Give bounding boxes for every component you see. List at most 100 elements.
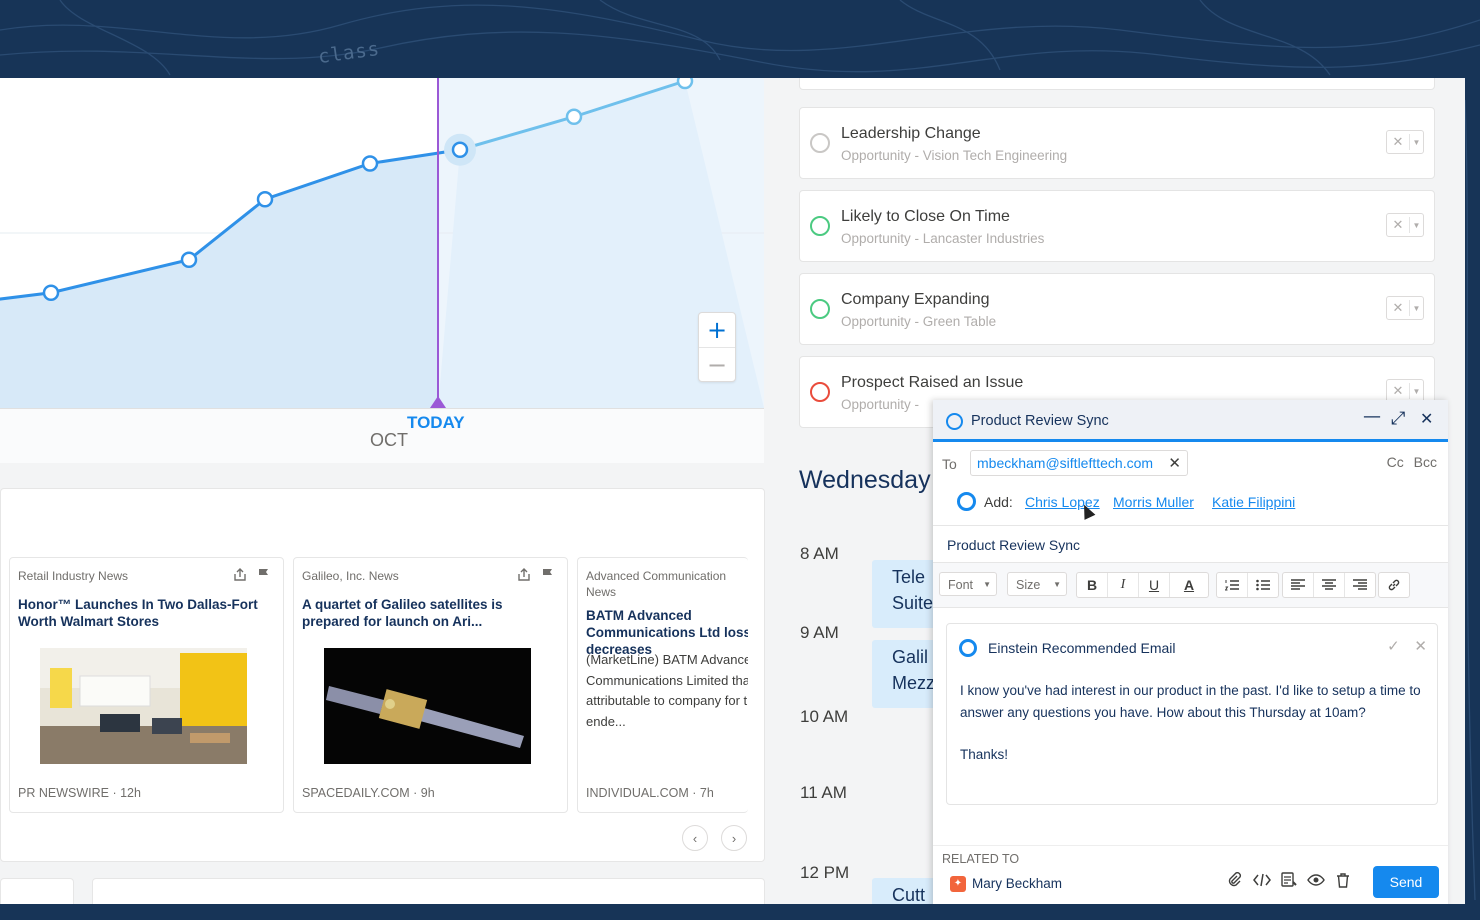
font-select-label: Font (948, 578, 974, 592)
size-select[interactable]: Size ▼ (1007, 572, 1067, 596)
email-body-paragraph: I know you've had interest in our produc… (960, 683, 1421, 720)
text-color-icon[interactable]: A (1170, 573, 1208, 597)
insight-actions[interactable]: ✕ ▼ (1386, 130, 1424, 154)
align-left-icon[interactable] (1283, 573, 1314, 597)
related-to-label: RELATED TO (942, 852, 1020, 866)
suggested-recipient[interactable]: Morris Muller (1113, 494, 1194, 510)
chart-data-point[interactable] (42, 284, 60, 301)
chart-data-point[interactable] (180, 251, 198, 268)
zoom-in-button[interactable]: + (699, 313, 735, 347)
minimize-icon[interactable]: — (1363, 406, 1381, 427)
news-title[interactable]: Honor™ Launches In Two Dallas-Fort Worth… (18, 596, 276, 630)
dismiss-icon[interactable]: ✕ (1387, 217, 1410, 233)
chart-data-point[interactable] (451, 141, 469, 158)
chart-data-point[interactable] (565, 108, 583, 125)
contact-icon: ✦ (950, 876, 966, 892)
chart-data-point[interactable] (676, 78, 694, 90)
chevron-down-icon: ▼ (983, 580, 991, 589)
link-icon[interactable] (1379, 573, 1409, 597)
news-next-button[interactable]: › (721, 825, 747, 851)
align-right-icon[interactable] (1345, 573, 1375, 597)
calendar-event[interactable]: Cutt (872, 878, 942, 904)
chart-data-point[interactable] (361, 155, 379, 172)
flag-icon[interactable] (541, 568, 555, 587)
insight-title: Company Expanding (841, 291, 990, 308)
x-tick-today: TODAY (407, 413, 465, 432)
chevron-down-icon[interactable]: ▼ (1410, 304, 1423, 313)
email-body[interactable]: I know you've had interest in our produc… (960, 680, 1430, 766)
bold-icon[interactable]: B (1077, 573, 1108, 597)
news-prev-button[interactable]: ‹ (682, 825, 708, 851)
chevron-down-icon[interactable]: ▼ (1410, 221, 1423, 230)
subject-field[interactable]: Product Review Sync (947, 537, 1080, 553)
insight-actions[interactable]: ✕ ▼ (1386, 296, 1424, 320)
news-item[interactable]: Retail Industry News Honor™ Launches In … (9, 557, 284, 813)
insight-actions[interactable]: ✕ ▼ (1386, 213, 1424, 237)
dismiss-icon[interactable]: ✕ (1414, 637, 1427, 655)
calendar-event[interactable]: Tele Suite (872, 560, 942, 628)
calendar-time: 9 AM (800, 623, 839, 642)
news-source: Retail Industry News (18, 569, 129, 583)
rich-text-toolbar: Font ▼ Size ▼ B I U A (933, 562, 1448, 608)
italic-icon[interactable]: I (1108, 573, 1139, 597)
insight-card[interactable]: Company Expanding Opportunity - Green Ta… (799, 273, 1435, 345)
insight-title: Likely to Close On Time (841, 208, 1010, 225)
divider (933, 845, 1448, 846)
bullet-list-icon[interactable] (1248, 573, 1278, 597)
news-title[interactable]: A quartet of Galileo satellites is prepa… (302, 596, 552, 630)
chevron-down-icon[interactable]: ▼ (1410, 387, 1423, 396)
flag-icon[interactable] (257, 568, 271, 587)
add-label: Add: (984, 494, 1013, 510)
einstein-icon (957, 492, 976, 511)
send-button[interactable]: Send (1373, 866, 1439, 898)
preview-eye-icon[interactable] (1307, 872, 1325, 892)
dismiss-icon[interactable]: ✕ (1387, 134, 1410, 150)
insight-positive-icon (810, 299, 830, 319)
bottom-card-stub (0, 878, 74, 904)
code-icon[interactable] (1253, 872, 1271, 892)
calendar-time: 8 AM (800, 544, 839, 563)
accept-check-icon[interactable]: ✓ (1387, 637, 1400, 655)
recipient-email: mbeckham@siftlefttech.com (977, 455, 1154, 471)
attach-icon[interactable] (1227, 872, 1243, 892)
insight-subtitle: Opportunity - Vision Tech Engineering (841, 148, 1068, 163)
dismiss-icon[interactable]: ✕ (1387, 300, 1410, 316)
expand-icon[interactable]: ⤢ (1391, 408, 1405, 429)
app-screen: OCT TODAY + − Retail Industry News Honor… (0, 78, 1465, 904)
news-footer: INDIVIDUAL.COM · 7h (586, 786, 714, 800)
insight-card (799, 78, 1435, 90)
font-select[interactable]: Font ▼ (939, 572, 997, 596)
insight-card[interactable]: Leadership Change Opportunity - Vision T… (799, 107, 1435, 179)
dismiss-icon[interactable]: ✕ (1387, 383, 1410, 399)
insight-subtitle: Opportunity - (841, 397, 920, 412)
remove-recipient-icon[interactable]: ✕ (1168, 454, 1181, 472)
news-card: Retail Industry News Honor™ Launches In … (0, 488, 765, 862)
zoom-out-button[interactable]: − (699, 347, 735, 382)
suggested-recipient[interactable]: Katie Filippini (1212, 494, 1295, 510)
news-source: Advanced Communication News (586, 569, 727, 599)
close-icon[interactable]: ✕ (1420, 409, 1433, 428)
chart-data-point[interactable] (256, 191, 274, 208)
delete-trash-icon[interactable] (1335, 872, 1351, 892)
news-source: Galileo, Inc. News (302, 569, 399, 583)
insight-title: Prospect Raised an Issue (841, 374, 1024, 391)
related-record[interactable]: Mary Beckham (972, 876, 1062, 891)
recipient-pill[interactable]: mbeckham@siftlefttech.com ✕ (970, 450, 1188, 476)
share-icon[interactable] (233, 568, 247, 587)
chart-axis-line (0, 408, 764, 409)
share-icon[interactable] (517, 568, 531, 587)
align-center-icon[interactable] (1314, 573, 1345, 597)
chevron-down-icon[interactable]: ▼ (1410, 138, 1423, 147)
email-icon (946, 413, 963, 430)
news-actions (233, 568, 271, 587)
cc-bcc-links[interactable]: Cc Bcc (1387, 454, 1437, 470)
calendar-event[interactable]: Galil Mezz (872, 640, 942, 708)
template-icon[interactable] (1281, 872, 1297, 892)
underline-icon[interactable]: U (1139, 573, 1170, 597)
composer-header: Product Review Sync — ⤢ ✕ (933, 400, 1448, 442)
numbered-list-icon[interactable] (1217, 573, 1248, 597)
news-item[interactable]: Advanced Communication News BATM Advance… (577, 557, 748, 813)
insight-card[interactable]: Likely to Close On Time Opportunity - La… (799, 190, 1435, 262)
news-item[interactable]: Galileo, Inc. News A quartet of Galileo … (293, 557, 568, 813)
email-body-signoff: Thanks! (960, 747, 1009, 762)
